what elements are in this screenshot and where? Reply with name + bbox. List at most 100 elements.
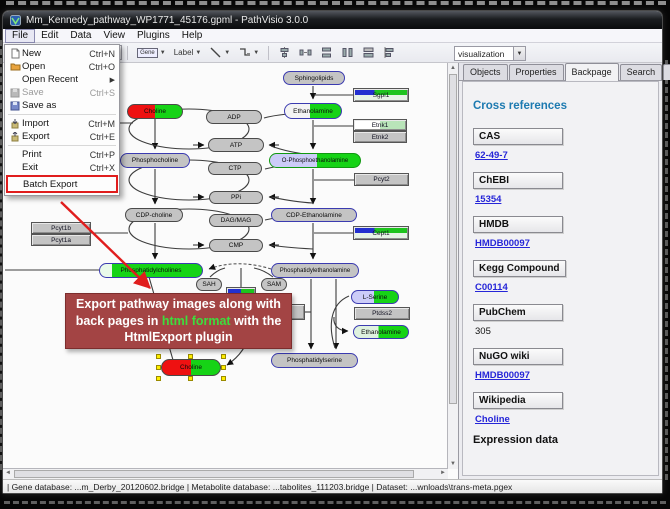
node-phosphatidylserine[interactable]: Phosphatidylserine — [271, 353, 358, 368]
crossref-link[interactable]: 15354 — [475, 194, 501, 205]
menu-item-open[interactable]: Open Ctrl+O — [5, 60, 119, 73]
node-cmp[interactable]: CMP — [209, 239, 263, 252]
pathvisio-window: Mm_Kennedy_pathway_WP1771_45176.gpml - P… — [2, 10, 663, 494]
tab-legend[interactable]: Legend — [663, 64, 670, 80]
crossref-heading: Cross references — [473, 100, 658, 112]
connector-icon — [238, 46, 251, 59]
tab-properties[interactable]: Properties — [509, 64, 564, 80]
frame-dash-top — [6, 1, 666, 5]
align-center-button[interactable] — [275, 45, 294, 60]
selection-handle[interactable] — [156, 376, 161, 381]
node-adp[interactable]: ADP — [206, 110, 262, 124]
line-tool-button[interactable]: ▼ — [206, 45, 233, 60]
crossref-section: Wikipedia Choline — [473, 390, 658, 425]
menu-item-export[interactable]: Export Ctrl+E — [5, 130, 119, 143]
node-sphingolipids[interactable]: Sphingolipids — [283, 71, 345, 85]
scroll-right-arrow[interactable]: ► — [438, 469, 448, 479]
status-text: | Gene database: ...m_Derby_20120602.bri… — [7, 482, 512, 492]
menu-help[interactable]: Help — [176, 29, 209, 42]
node-etnk1[interactable]: Etnk1 — [353, 119, 407, 131]
crossref-link[interactable]: Choline — [475, 414, 510, 425]
node-pcyt1a[interactable]: Pcyt1a — [31, 234, 91, 246]
node-sgpl1[interactable]: Sgpl1 — [353, 88, 409, 102]
align-left-button[interactable] — [380, 45, 399, 60]
selection-handle[interactable] — [221, 376, 226, 381]
node-l-serine[interactable]: L-Serine — [351, 290, 399, 304]
menu-view[interactable]: View — [97, 29, 131, 42]
selection-handle[interactable] — [221, 365, 226, 370]
stack-vertical-button[interactable] — [317, 45, 336, 60]
node-dag-mag[interactable]: DAG/MAG — [209, 214, 263, 227]
selection-handle[interactable] — [156, 354, 161, 359]
datanode-tool-button[interactable]: Gene ▼ — [134, 47, 169, 59]
annotation-callout: Export pathway images along with back pa… — [65, 293, 292, 349]
selected-node-group: Choline — [156, 354, 226, 381]
scrollbar-thumb[interactable] — [14, 470, 414, 478]
stack-horizontal-button[interactable] — [338, 45, 357, 60]
node-phosphocholine[interactable]: Phosphocholine — [120, 153, 190, 168]
crossref-link[interactable]: HMDB00097 — [475, 370, 530, 381]
menu-item-import[interactable]: Import Ctrl+M — [5, 117, 119, 130]
tab-objects[interactable]: Objects — [463, 64, 508, 80]
node-choline-selected[interactable]: Choline — [161, 359, 221, 376]
crossref-section: NuGO wiki HMDB00097 — [473, 346, 658, 381]
crossref-section: CAS 62-49-7 — [473, 126, 658, 161]
connector-tool-button[interactable]: ▼ — [235, 45, 262, 60]
window-title: Mm_Kennedy_pathway_WP1771_45176.gpml - P… — [26, 15, 308, 26]
crossref-section: HMDB HMDB00097 — [473, 214, 658, 249]
node-sah[interactable]: SAH — [196, 278, 222, 291]
match-width-button[interactable] — [359, 45, 378, 60]
menu-item-batch-export[interactable]: Batch Export — [6, 175, 118, 193]
node-ptdss2[interactable]: Ptdss2 — [354, 307, 410, 320]
node-cept1[interactable]: Cept1 — [353, 226, 409, 240]
selection-handle[interactable] — [156, 365, 161, 370]
menu-item-print[interactable]: Print Ctrl+P — [5, 148, 119, 161]
node-ethanolamine-top[interactable]: Ethanolamine — [284, 103, 342, 119]
menu-item-open-recent[interactable]: Open Recent ▶ — [5, 73, 119, 86]
node-phosphatidylcholines[interactable]: Phosphatidylcholines — [99, 263, 203, 278]
menu-data[interactable]: Data — [64, 29, 97, 42]
visualization-combobox[interactable]: visualization ▼ — [454, 46, 526, 61]
file-menu-dropdown: New Ctrl+N Open Ctrl+O Open Recent ▶ Sav… — [4, 44, 120, 196]
label-tool-text: Label — [174, 48, 194, 57]
menu-file[interactable]: File — [5, 29, 35, 43]
menu-item-exit[interactable]: Exit Ctrl+X — [5, 161, 119, 174]
frame-dash-bottom — [4, 501, 666, 504]
distribute-horizontal-button[interactable] — [296, 45, 315, 60]
node-ppi[interactable]: PPi — [209, 191, 263, 204]
menu-item-save-as[interactable]: Save as — [5, 99, 119, 112]
node-atp[interactable]: ATP — [208, 138, 264, 152]
crossref-link[interactable]: HMDB00097 — [475, 238, 530, 249]
menu-plugins[interactable]: Plugins — [131, 29, 176, 42]
chevron-down-icon[interactable]: ▼ — [513, 47, 525, 60]
menu-item-save[interactable]: Save Ctrl+S — [5, 86, 119, 99]
selection-handle[interactable] — [188, 354, 193, 359]
menu-item-new[interactable]: New Ctrl+N — [5, 47, 119, 60]
tab-backpage[interactable]: Backpage — [565, 63, 619, 81]
node-pcyt1b[interactable]: Pcyt1b — [31, 222, 91, 234]
menu-edit[interactable]: Edit — [35, 29, 64, 42]
crossref-link[interactable]: C00114 — [475, 282, 508, 293]
selection-handle[interactable] — [221, 354, 226, 359]
node-cdp-ethanolamine[interactable]: CDP-Ethanolamine — [271, 208, 357, 222]
scroll-up-arrow[interactable]: ▲ — [448, 63, 458, 73]
scrollbar-thumb[interactable] — [449, 74, 457, 404]
node-phosphatidylethanolamine[interactable]: Phosphatidylethanolamine — [271, 263, 359, 278]
canvas-horizontal-scrollbar[interactable]: ◄ ► — [3, 468, 448, 479]
node-ctp[interactable]: CTP — [208, 162, 262, 175]
crossref-link[interactable]: 62-49-7 — [475, 150, 508, 161]
node-choline-top[interactable]: Choline — [127, 104, 183, 119]
scroll-left-arrow[interactable]: ◄ — [3, 469, 13, 479]
node-cdp-choline[interactable]: CDP-choline — [125, 208, 183, 222]
tab-search[interactable]: Search — [620, 64, 663, 80]
label-tool-button[interactable]: Label ▼ — [171, 47, 205, 58]
node-ethanolamine-bottom[interactable]: Ethanolamine — [353, 325, 409, 339]
node-etnk2[interactable]: Etnk2 — [353, 131, 407, 143]
node-o-phosphoethanolamine[interactable]: O-Phosphoethanolamine — [269, 153, 361, 168]
canvas-vertical-scrollbar[interactable]: ▲ ▼ — [447, 63, 458, 469]
scroll-down-arrow[interactable]: ▼ — [448, 459, 458, 469]
selection-handle[interactable] — [188, 376, 193, 381]
title-bar: Mm_Kennedy_pathway_WP1771_45176.gpml - P… — [3, 11, 662, 29]
node-pcyt2[interactable]: Pcyt2 — [354, 173, 409, 186]
node-sam[interactable]: SAM — [261, 278, 287, 291]
